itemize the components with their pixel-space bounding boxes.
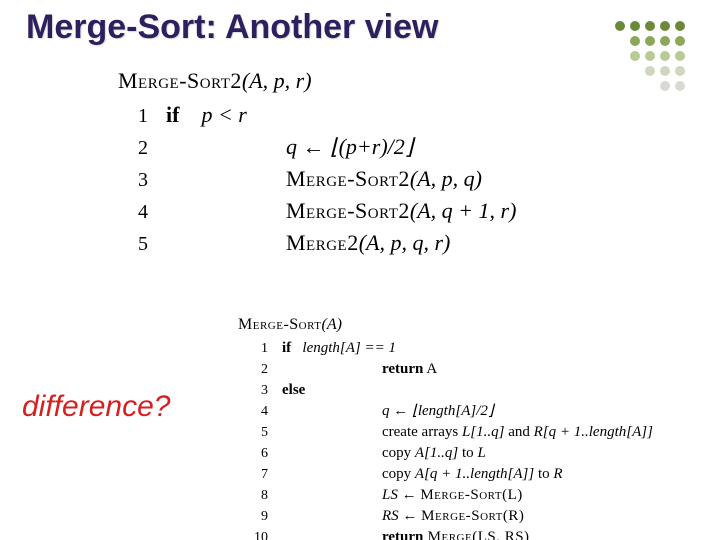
cond-length: length [302,340,340,356]
call-args: (A, p, q) [410,166,482,191]
call-func: Merge(LS, RS) [423,529,529,540]
copy-src-right: [A]] [508,466,538,482]
algo-top-line-3: 3 Merge-Sort2(A, p, q) [118,164,516,194]
line-number: 5 [118,231,166,258]
line-number: 2 [238,360,282,380]
algorithm-block-top: Merge-Sort2(A, p, r) 1 if p < r 2 q ← ⌊(… [118,68,516,260]
text-to: to [538,466,553,482]
algo-bottom-line-4: 4 q ← ⌊length[A]/2⌋ [238,401,653,422]
array-R-len: length [589,424,627,440]
line-number: 2 [118,135,166,162]
line-number: 6 [238,444,282,464]
assign-right: [A]/2⌋ [455,403,493,419]
call-func: Merge-Sort2 [286,166,410,191]
algo-bottom-line-3: 3 else [238,380,653,401]
line-number: 10 [238,528,282,540]
line-number: 8 [238,486,282,506]
func-name: Merge-Sort2 [118,68,242,93]
call-func: Merge-Sort(R) [421,508,524,524]
return-val: A [423,361,437,377]
algo-top-line-1: 1 if p < r [118,100,516,130]
call-func: Merge-Sort2 [286,198,410,223]
line-number: 1 [238,339,282,359]
condition: p < r [201,102,246,127]
line-number: 4 [238,402,282,422]
keyword-else: else [282,382,305,398]
keyword-return: return [382,529,423,540]
slide-title: Merge-Sort: Another view [26,8,438,47]
assign-mid: length [418,403,456,419]
difference-label: difference? [22,390,170,424]
line-number: 3 [238,381,282,401]
algo-top-line-4: 4 Merge-Sort2(A, q + 1, r) [118,196,516,226]
assign-left: q ← ⌊ [382,403,418,419]
func-args: (A) [322,316,342,333]
array-R-pre: R[q + 1.. [534,424,589,440]
array-R-post: [A]] [626,424,653,440]
algo-bottom-line-7: 7 copy A[q + 1..length[A]] to R [238,464,653,485]
call-func: Merge2 [286,230,359,255]
algo-bottom-line-6: 6 copy A[1..q] to L [238,443,653,464]
func-args: (A, p, r) [242,68,312,93]
copy-src-left: A[q + 1.. [415,466,470,482]
copy-dst: R [553,466,562,482]
keyword-if: if [166,102,179,127]
text-to: to [462,445,477,461]
assign-lhs: LS ← [382,487,420,503]
line-number: 9 [238,507,282,527]
algo-bottom-line-10: 10 return Merge(LS, RS) [238,527,653,540]
call-args: (A, q + 1, r) [410,198,517,223]
text-copy: copy [382,466,415,482]
line-number: 3 [118,167,166,194]
copy-src-len: length [470,466,508,482]
cond-rest: [A] == 1 [340,340,396,356]
assign-lhs: RS ← [382,508,421,524]
keyword-if: if [282,340,291,356]
line-number: 4 [118,199,166,226]
text-copy: copy [382,445,415,461]
call-args: (A, p, q, r) [359,230,451,255]
algo-bottom-header: Merge-Sort(A) [238,316,653,334]
algo-top-header: Merge-Sort2(A, p, r) [118,68,516,94]
algo-bottom-line-5: 5 create arrays L[1..q] and R[q + 1..len… [238,422,653,443]
copy-dst: L [477,445,485,461]
line-number: 5 [238,423,282,443]
algo-bottom-line-2: 2 return A [238,359,653,380]
line-number: 1 [118,103,166,130]
algo-bottom-line-9: 9 RS ← Merge-Sort(R) [238,506,653,527]
line-number: 7 [238,465,282,485]
algo-top-line-2: 2 q ← ⌊(p+r)/2⌋ [118,132,516,162]
text-create: create arrays [382,424,462,440]
copy-src: A[1..q] [415,445,462,461]
call-func: Merge-Sort(L) [420,487,522,503]
algo-bottom-line-1: 1 if length[A] == 1 [238,338,653,359]
corner-dots-decoration [550,16,700,116]
keyword-return: return [382,361,423,377]
algo-top-line-5: 5 Merge2(A, p, q, r) [118,228,516,258]
array-L: L[1..q] [462,424,508,440]
text-and: and [508,424,533,440]
assignment: q ← ⌊(p+r)/2⌋ [286,134,413,159]
algorithm-block-bottom: Merge-Sort(A) 1 if length[A] == 1 2 retu… [238,316,653,540]
algo-bottom-line-8: 8 LS ← Merge-Sort(L) [238,485,653,506]
func-name: Merge-Sort [238,316,322,333]
